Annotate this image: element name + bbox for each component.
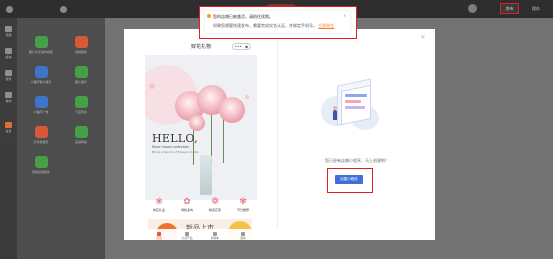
- tab-cart[interactable]: 购物车: [204, 232, 226, 240]
- module-icon: [5, 48, 12, 54]
- template-item[interactable]: 分享类组件: [21, 126, 61, 150]
- template-icon: [34, 36, 48, 48]
- publish-button[interactable]: 发布: [500, 3, 519, 14]
- hero-banner: HELLO, Rose mood collection Bring a bloo…: [145, 55, 257, 200]
- bouquet-icon: ❁: [211, 197, 219, 207]
- stem: [223, 115, 224, 163]
- hero-title: HELLO,: [152, 132, 198, 145]
- template-icon: [74, 126, 88, 138]
- leftnav-item-settings[interactable]: 设置: [3, 122, 14, 135]
- notice-highlight: 您的店铺已被激活，请前往续期。 如果您想要快速发布，需要完成实名认证，并绑定手机…: [199, 6, 357, 39]
- component-icon: [5, 70, 12, 76]
- leftnav-item-module[interactable]: 模块: [3, 48, 14, 61]
- template-item[interactable]: 图片展示: [61, 66, 101, 90]
- device-front: [341, 84, 371, 126]
- template-icon: [74, 66, 88, 78]
- category-item[interactable]: ✾ 节日推荐: [231, 197, 255, 219]
- create-miniprogram-modal: × 鲜花礼物 ••• ◉ HELLO, Rose mood collection…: [124, 29, 435, 240]
- category-row: ❀ 鲜花礼盒 ✿ 绿植多肉 ❁ 精选花束 ✾ 节日推荐: [145, 197, 257, 219]
- save-button[interactable]: 保存: [532, 6, 540, 12]
- create-prompt-text: 您已经有店铺小程序，马上创建吧！: [325, 158, 389, 163]
- capsule-menu[interactable]: ••• ◉: [232, 43, 251, 50]
- page-icon: [5, 26, 12, 32]
- leftnav-item-page[interactable]: 页面: [3, 26, 14, 39]
- template-item[interactable]: 图片文字组件模板: [21, 36, 61, 60]
- app-icon: [60, 6, 67, 13]
- notice-popup: 您的店铺已被激活，请前往续期。 如果您想要快速发布，需要完成实名认证，并绑定手机…: [205, 11, 350, 33]
- phone-preview: 鲜花礼物 ••• ◉ HELLO, Rose mood collection B…: [145, 39, 257, 240]
- notice-line-1: 您的店铺已被激活，请前往续期。: [213, 14, 273, 19]
- template-item[interactable]: 店铺导航: [61, 126, 101, 150]
- tab-all-products[interactable]: 全部产品: [176, 232, 198, 240]
- template-icon: [34, 156, 48, 168]
- settings-icon: [5, 122, 12, 128]
- decor-dot: [245, 95, 249, 99]
- category-item[interactable]: ❀ 鲜花礼盒: [147, 197, 171, 219]
- template-icon: [34, 126, 48, 138]
- gift-box-icon: ❀: [155, 197, 163, 207]
- person-figure: [333, 110, 337, 120]
- template-item[interactable]: 营销活动组件: [21, 156, 61, 180]
- ui-bar: [345, 106, 365, 109]
- hero-subtitle: Rose mood collection: [152, 145, 190, 149]
- plant-icon: ✿: [183, 197, 191, 207]
- warning-icon: [207, 14, 211, 18]
- notice-line-2: 如果您想要快速发布，需要完成实名认证，并绑定手机号。 立即前往: [213, 23, 334, 29]
- template-icon: [74, 96, 88, 108]
- phone-tabbar: 首页 全部产品 购物车 我的: [145, 229, 257, 240]
- tab-home[interactable]: 首页: [148, 232, 170, 240]
- more-icon[interactable]: •••: [235, 44, 242, 49]
- logo-icon: [6, 6, 13, 13]
- leftnav-item-component[interactable]: 组件: [3, 70, 14, 83]
- rose-flower: [219, 97, 245, 123]
- close-circle-icon[interactable]: ◉: [245, 44, 249, 49]
- template-item[interactable]: 视频组件: [61, 36, 101, 60]
- category-item[interactable]: ✿ 绿植多肉: [175, 197, 199, 219]
- close-icon[interactable]: ×: [343, 13, 346, 18]
- category-item[interactable]: ❁ 精选花束: [203, 197, 227, 219]
- template-icon: [74, 36, 88, 48]
- modal-divider: [277, 39, 278, 229]
- ui-bar: [345, 100, 361, 103]
- avatar[interactable]: [468, 4, 477, 13]
- tab-mine[interactable]: 我的: [232, 232, 254, 240]
- festival-icon: ✾: [239, 197, 247, 207]
- template-panel: 图片文字组件模板 视频组件 小程序客户展示 图片展示 小程序广告 门店列表 分享…: [17, 18, 105, 259]
- close-icon[interactable]: ×: [420, 33, 426, 41]
- ui-bar: [345, 94, 367, 97]
- assets-icon: [5, 92, 12, 98]
- template-icon: [34, 66, 48, 78]
- create-miniprogram-button[interactable]: 创建小程序: [335, 175, 363, 184]
- miniprogram-illustration: [321, 76, 381, 136]
- notice-link[interactable]: 立即前往: [318, 23, 334, 28]
- topbar-menu-2[interactable]: [60, 6, 67, 13]
- template-item[interactable]: 门店列表: [61, 96, 101, 120]
- vase: [200, 155, 212, 195]
- notice-line-2-text: 如果您想要快速发布，需要完成实名认证，并绑定手机号。: [213, 23, 317, 28]
- decor-dot: [149, 83, 155, 89]
- template-item[interactable]: 小程序客户展示: [21, 66, 61, 90]
- template-icon: [34, 96, 48, 108]
- leftnav-item-assets[interactable]: 素材: [3, 92, 14, 105]
- left-nav-bottom: [0, 150, 17, 259]
- hero-tagline: Bring a bloom of flowers to life: [152, 150, 199, 154]
- topbar-menu-1[interactable]: [6, 6, 13, 13]
- template-item[interactable]: 小程序广告: [21, 96, 61, 120]
- rose-flower: [189, 115, 205, 131]
